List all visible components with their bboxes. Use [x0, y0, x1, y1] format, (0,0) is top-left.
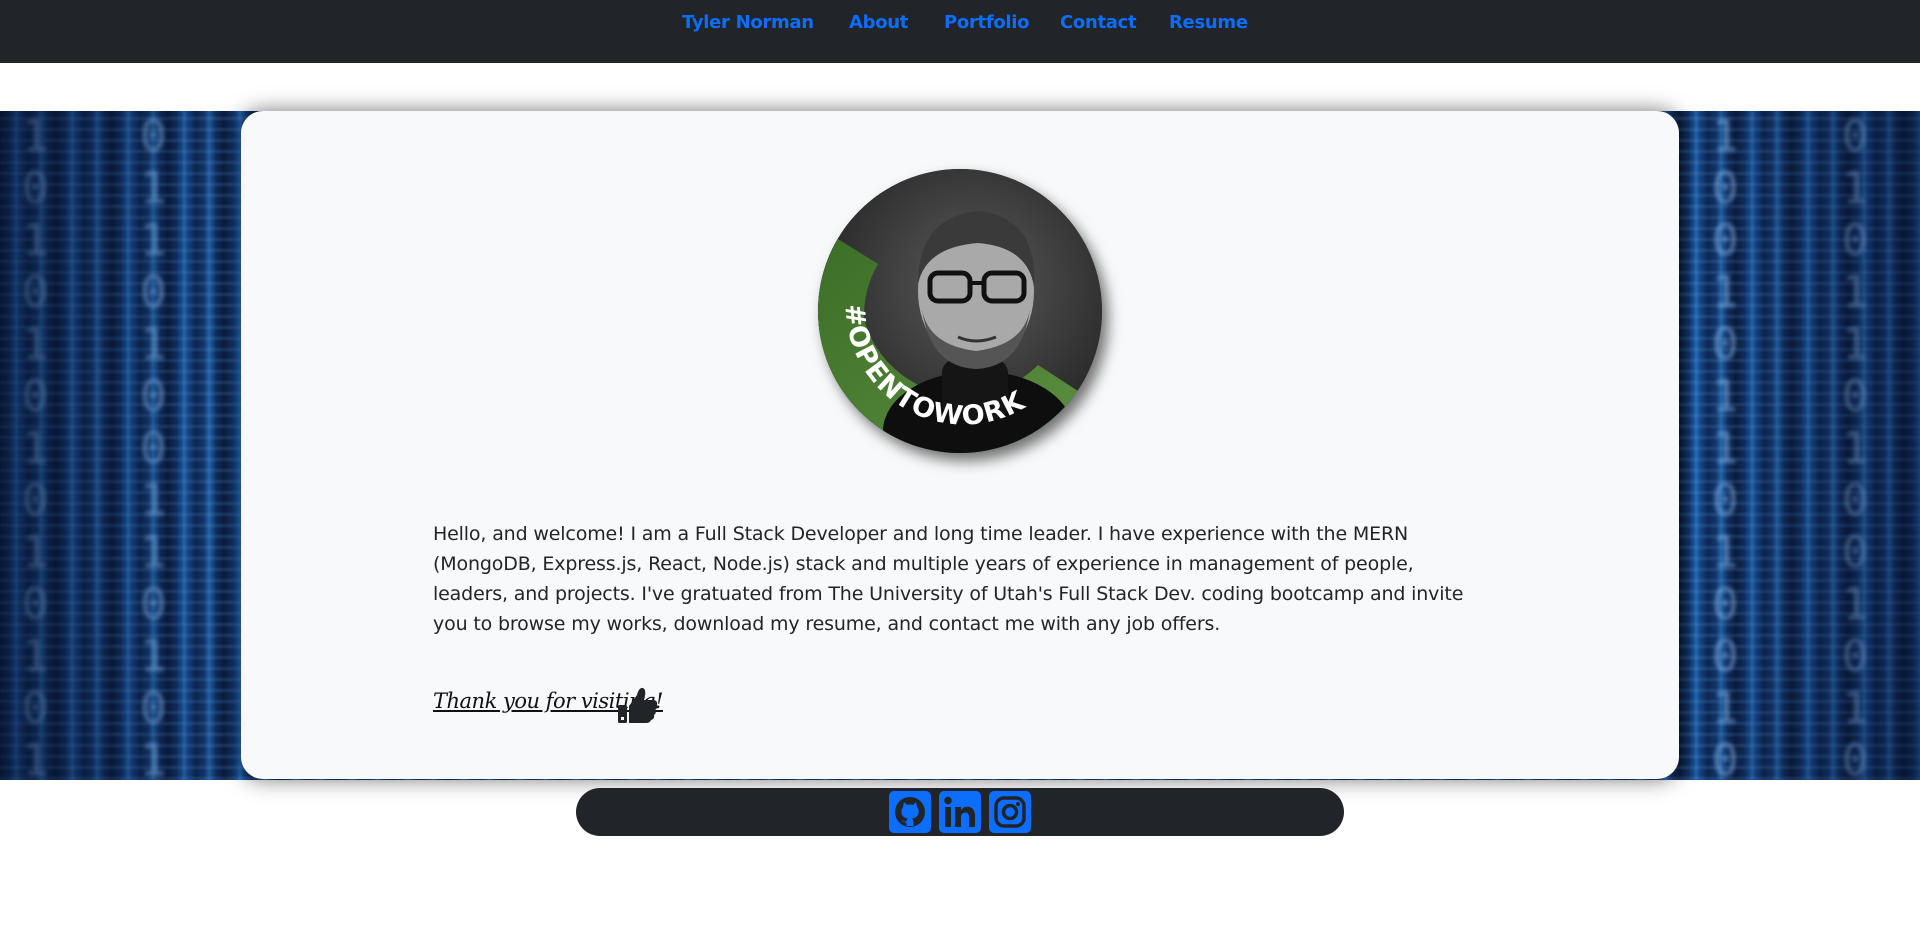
- nav-link-portfolio[interactable]: Portfolio: [944, 12, 1030, 33]
- github-link[interactable]: [889, 791, 931, 833]
- nav-link-contact[interactable]: Contact: [1060, 12, 1137, 33]
- welcome-paragraph: Hello, and welcome! I am a Full Stack De…: [433, 523, 1464, 635]
- nav-link-about[interactable]: About: [849, 12, 908, 33]
- nav-link-resume[interactable]: Resume: [1169, 12, 1248, 33]
- top-navbar: Tyler Norman About Portfolio Contact Res…: [0, 0, 1920, 63]
- profile-avatar: #OPENTOWORK: [818, 169, 1102, 453]
- thumbs-up-icon: [618, 687, 658, 723]
- social-footer: [576, 788, 1344, 836]
- instagram-link[interactable]: [989, 791, 1031, 833]
- profile-photo: #OPENTOWORK: [818, 169, 1102, 453]
- instagram-icon: [994, 796, 1026, 828]
- nav-brand-link[interactable]: Tyler Norman: [682, 12, 814, 33]
- about-card: #OPENTOWORK Hello, and welcome! I am a F…: [241, 111, 1679, 779]
- linkedin-link[interactable]: [939, 791, 981, 833]
- github-icon: [895, 797, 925, 827]
- linkedin-icon: [944, 796, 975, 827]
